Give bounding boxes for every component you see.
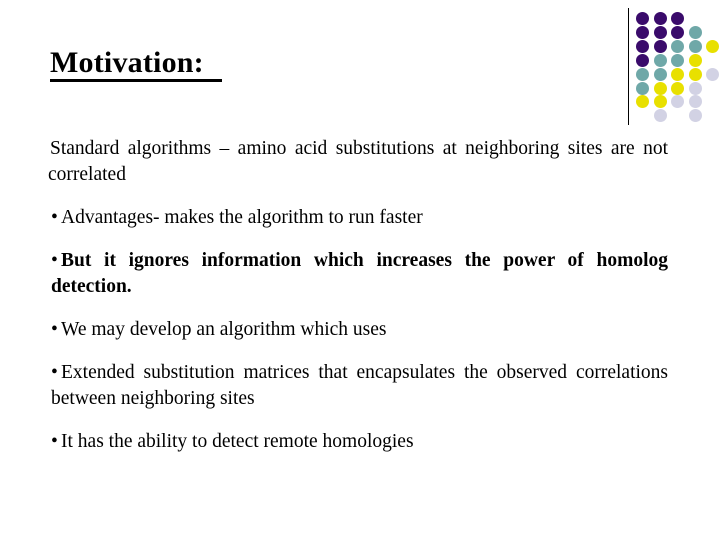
- vertical-divider-rule: [628, 8, 629, 125]
- lead-paragraph-text: Standard algorithms – amino acid substit…: [48, 138, 668, 185]
- bullet-advantages: • Advantages- makes the algorithm to run …: [48, 205, 668, 231]
- dot-yellow: [653, 95, 667, 109]
- dot-dark-purple: [636, 39, 649, 53]
- dot-teal: [653, 53, 667, 67]
- dot-yellow: [706, 39, 719, 53]
- bullet-icon: •: [51, 250, 58, 271]
- bullet-icon: •: [51, 319, 58, 340]
- bullet-remote-homologies: • It has the ability to detect remote hom…: [48, 429, 668, 455]
- bullet-icon: •: [51, 431, 58, 452]
- bullet-remote-homologies-text: It has the ability to detect remote homo…: [61, 431, 414, 452]
- dot-yellow: [688, 67, 702, 81]
- slide-title-underline: [50, 79, 222, 82]
- bullet-ignores-information: • But it ignores information which increa…: [48, 248, 668, 300]
- bullet-icon: •: [51, 362, 58, 383]
- dot-dark-purple: [653, 39, 667, 53]
- bullet-extended-matrices: • Extended substitution matrices that enc…: [48, 360, 668, 412]
- dot-teal: [671, 53, 684, 67]
- dot-teal: [671, 39, 684, 53]
- dot-dark-purple: [636, 12, 649, 25]
- dot-yellow: [688, 53, 702, 67]
- dot-yellow: [636, 95, 649, 109]
- bullet-extended-matrices-text: Extended substitution matrices that enca…: [51, 362, 668, 409]
- dot-dark-purple: [671, 12, 684, 25]
- bullet-advantages-text: Advantages- makes the algorithm to run f…: [61, 207, 423, 228]
- dot-teal: [636, 81, 649, 95]
- dot-yellow: [671, 81, 684, 95]
- dot-dark-purple: [636, 25, 649, 39]
- dot-lavender: [688, 81, 702, 95]
- dot-dark-purple: [653, 12, 667, 25]
- dot-teal: [636, 67, 649, 81]
- dot-lavender: [688, 109, 702, 123]
- lead-paragraph: Standard algorithms – amino acid substit…: [48, 136, 668, 188]
- decorative-dot-matrix: [626, 6, 720, 126]
- dot-dark-purple: [653, 25, 667, 39]
- dot-grid: [636, 12, 720, 124]
- dot-dark-purple: [636, 53, 649, 67]
- dot-teal: [653, 67, 667, 81]
- dot-lavender: [706, 67, 719, 81]
- dot-dark-purple: [671, 25, 684, 39]
- bullet-may-develop-text: We may develop an algorithm which uses: [61, 319, 387, 340]
- dot-yellow: [671, 67, 684, 81]
- bullet-ignores-information-text: But it ignores information which increas…: [51, 250, 668, 297]
- slide-title: Motivation:: [50, 46, 204, 79]
- slide-canvas: Motivation: Standard algorithms – amino …: [0, 0, 720, 540]
- bullet-icon: •: [51, 207, 58, 228]
- dot-lavender: [671, 95, 684, 109]
- dot-lavender: [653, 109, 667, 123]
- dot-yellow: [653, 81, 667, 95]
- dot-teal: [688, 39, 702, 53]
- bullet-may-develop: • We may develop an algorithm which uses: [48, 317, 668, 343]
- dot-lavender: [688, 95, 702, 109]
- dot-teal: [688, 25, 702, 39]
- slide-body: Standard algorithms – amino acid substit…: [48, 136, 668, 455]
